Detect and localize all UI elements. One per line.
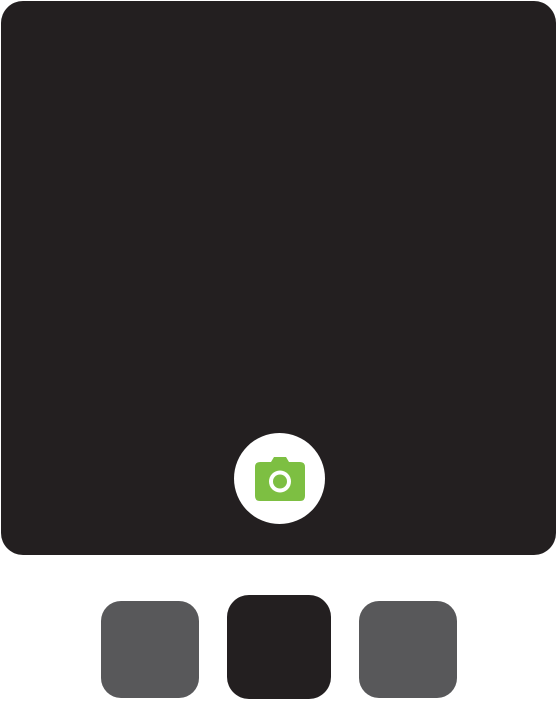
camera-icon <box>254 456 305 501</box>
camera-preview <box>1 1 556 555</box>
capture-button[interactable] <box>234 433 325 524</box>
thumbnail-1[interactable] <box>101 601 199 698</box>
thumbnail-2-selected[interactable] <box>227 595 331 699</box>
thumbnail-3[interactable] <box>359 601 457 698</box>
